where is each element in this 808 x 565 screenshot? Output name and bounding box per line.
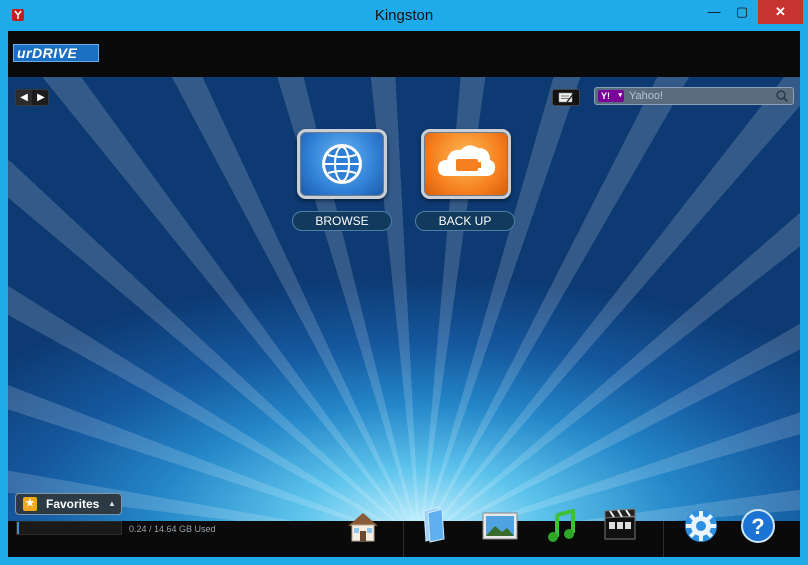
storage-usage-fill — [17, 522, 19, 534]
history-nav: ◀ ▶ — [15, 89, 49, 106]
home-icon[interactable] — [344, 509, 382, 543]
brand-bar: urDRIVE — [8, 31, 800, 77]
urdrive-logo: urDRIVE — [13, 44, 99, 62]
backup-label[interactable]: BACK UP — [415, 211, 515, 231]
dock-separator — [663, 521, 664, 557]
close-button[interactable]: ✕ — [758, 0, 803, 24]
video-icon[interactable] — [602, 507, 638, 543]
browse-tile[interactable] — [297, 129, 387, 199]
forward-button[interactable]: ▶ — [33, 90, 49, 105]
browse-label[interactable]: BROWSE — [292, 211, 392, 231]
search-box: Y! ▾ — [594, 87, 794, 105]
client-area: urDRIVE ◀ ▶ Y! ▾ Yahoo! BROWSE BACK UP ★… — [8, 31, 800, 557]
background-rays — [8, 77, 800, 521]
storage-usage-text: 0.24 / 14.64 GB Used — [129, 524, 216, 534]
maximize-button[interactable]: ▢ — [728, 0, 756, 24]
yahoo-badge: Y! — [601, 91, 610, 101]
dock-separator — [403, 521, 404, 557]
search-icon[interactable] — [775, 89, 789, 103]
favorites-button[interactable]: ★ Favorites ▲ — [15, 493, 122, 515]
window-title: Kingston — [374, 7, 434, 24]
help-icon[interactable]: ? — [739, 507, 777, 545]
globe-icon — [322, 144, 362, 184]
search-input[interactable] — [629, 89, 769, 103]
favorites-label: Favorites — [46, 497, 100, 511]
svg-text:?: ? — [751, 514, 764, 539]
chevron-down-icon: ▾ — [618, 92, 622, 99]
notes-button[interactable] — [552, 89, 580, 106]
documents-icon[interactable] — [418, 505, 448, 543]
app-window: Kingston — ▢ ✕ urDRIVE ◀ ▶ Y! ▾ Yahoo! B… — [0, 0, 808, 565]
back-button[interactable]: ◀ — [16, 90, 32, 105]
title-bar[interactable]: Kingston — ▢ ✕ — [0, 0, 808, 31]
bottom-dock: 0.24 / 14.64 GB Used ? — [8, 506, 800, 557]
photos-icon[interactable] — [481, 511, 519, 541]
music-icon[interactable] — [545, 509, 579, 543]
cloud-backup-icon — [438, 145, 496, 176]
settings-icon[interactable] — [682, 507, 720, 545]
star-icon: ★ — [23, 497, 37, 511]
chevron-up-icon: ▲ — [108, 499, 116, 508]
backup-tile[interactable] — [421, 129, 511, 199]
minimize-button[interactable]: — — [700, 0, 728, 24]
search-provider-selector[interactable]: Y! ▾ — [598, 90, 624, 102]
notepad-icon — [558, 92, 575, 103]
storage-usage-bar — [16, 521, 122, 535]
main-stage: ◀ ▶ Y! ▾ Yahoo! BROWSE BACK UP ★ Favorit… — [8, 77, 800, 521]
